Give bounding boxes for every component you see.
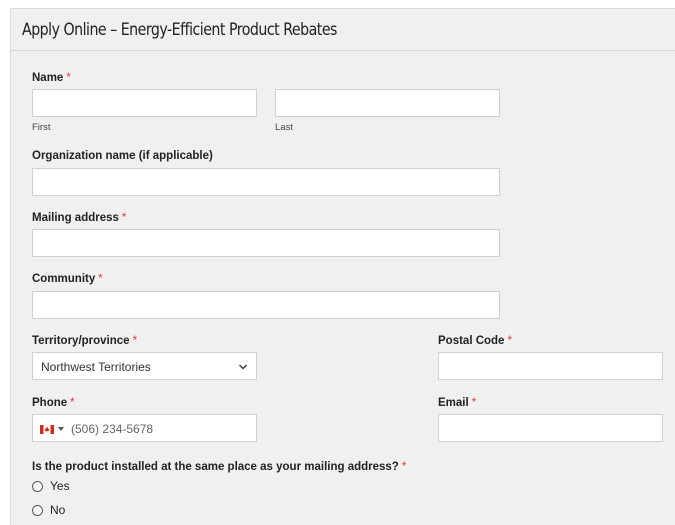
organization-input[interactable]: [32, 168, 500, 196]
name-label-text: Name: [32, 72, 64, 84]
postal-code-input[interactable]: [438, 352, 663, 380]
first-name-sublabel: First: [32, 122, 51, 133]
last-name-sublabel: Last: [275, 122, 293, 133]
same-place-question: Is the product installed at the same pla…: [32, 461, 406, 473]
page-title: Apply Online – Energy-Efficient Product …: [22, 20, 337, 39]
province-label-text: Territory/province: [32, 335, 130, 347]
phone-placeholder: (506) 234-5678: [71, 422, 154, 436]
canada-flag-icon[interactable]: [40, 425, 54, 434]
community-input[interactable]: [32, 291, 500, 319]
yes-label[interactable]: Yes: [50, 479, 70, 493]
community-label: Community *: [32, 273, 103, 285]
name-label: Name *: [32, 72, 71, 84]
email-input[interactable]: [438, 414, 663, 442]
email-label-text: Email: [438, 397, 469, 409]
email-label: Email *: [438, 397, 476, 409]
mailing-address-input[interactable]: [32, 229, 500, 257]
organization-label: Organization name (if applicable): [32, 150, 213, 162]
mailing-address-label: Mailing address *: [32, 212, 126, 224]
required-mark: *: [98, 273, 103, 285]
required-mark: *: [507, 335, 512, 347]
required-mark: *: [471, 397, 477, 409]
required-mark: *: [70, 397, 75, 409]
first-name-input[interactable]: [32, 89, 257, 117]
postal-code-label: Postal Code *: [438, 335, 512, 347]
mailing-address-label-text: Mailing address: [32, 212, 119, 224]
phone-label: Phone *: [32, 397, 75, 409]
no-radio[interactable]: [32, 505, 43, 516]
form-header: Apply Online – Energy-Efficient Product …: [11, 9, 675, 51]
postal-code-label-text: Postal Code: [438, 335, 505, 347]
required-mark: *: [401, 461, 407, 473]
required-mark: *: [66, 72, 71, 84]
required-mark: *: [121, 212, 127, 224]
phone-input[interactable]: (506) 234-5678: [32, 414, 257, 442]
community-label-text: Community: [32, 273, 96, 285]
province-label: Territory/province *: [32, 335, 137, 347]
last-name-input[interactable]: [275, 89, 500, 117]
phone-label-text: Phone: [32, 397, 68, 409]
required-mark: *: [132, 335, 138, 347]
province-select-value: Northwest Territories: [41, 360, 151, 374]
chevron-down-icon: [239, 364, 247, 370]
yes-radio[interactable]: [32, 481, 43, 492]
form-panel: Apply Online – Energy-Efficient Product …: [10, 8, 675, 525]
same-place-question-text: Is the product installed at the same pla…: [32, 461, 399, 473]
province-select[interactable]: Northwest Territories: [32, 352, 257, 380]
caret-down-icon[interactable]: [58, 427, 64, 432]
no-label[interactable]: No: [50, 503, 65, 517]
